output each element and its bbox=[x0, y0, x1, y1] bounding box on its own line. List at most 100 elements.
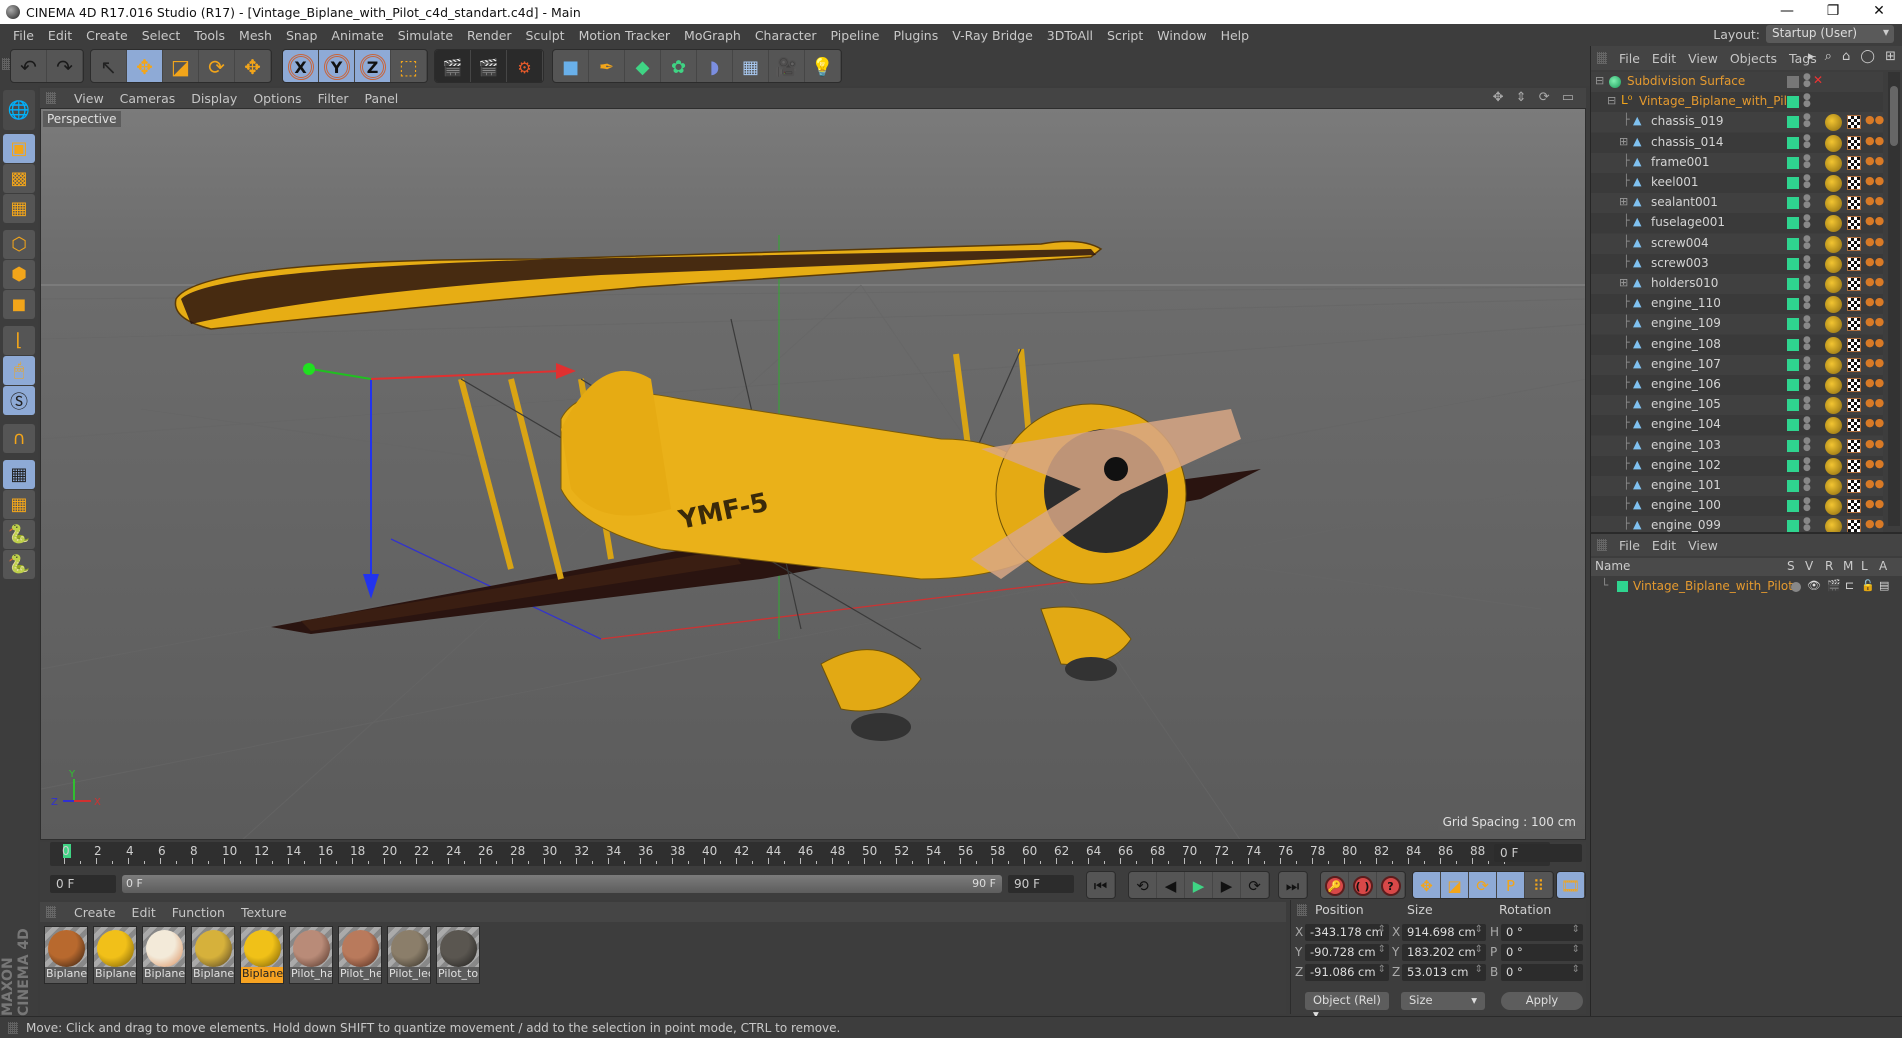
workplane-align-button[interactable]: ▦ bbox=[3, 490, 35, 519]
size-x-field[interactable]: 914.698 cm bbox=[1402, 924, 1486, 941]
phong-tag-icon[interactable]: ●● bbox=[1865, 376, 1884, 389]
layer-color-swatch[interactable] bbox=[1787, 419, 1799, 432]
layer-render-clapper-icon[interactable]: 🎬 bbox=[1827, 579, 1841, 592]
next-frame-button[interactable]: ▶ bbox=[1213, 872, 1241, 898]
object-row[interactable]: ├ ▲ fuselage001 ● ● ●● bbox=[1591, 213, 1884, 234]
key-position-button[interactable]: ✥ bbox=[1413, 872, 1441, 898]
layer-color-swatch[interactable] bbox=[1787, 96, 1799, 109]
expand-icon[interactable]: ⊞ bbox=[1619, 135, 1628, 148]
uvw-tag-icon[interactable] bbox=[1847, 176, 1861, 190]
object-row[interactable]: ├ ▲ engine_100 ● ● ●● bbox=[1591, 496, 1884, 517]
object-menu-edit[interactable]: Edit bbox=[1646, 51, 1682, 66]
uvw-tag-icon[interactable] bbox=[1847, 398, 1861, 413]
object-row[interactable]: ⊞ ▲ holders010 ● ● ●● bbox=[1591, 274, 1884, 294]
keyframe-selection-button[interactable]: ? bbox=[1377, 872, 1405, 898]
redo-button[interactable]: ↷ bbox=[47, 50, 83, 82]
play-button[interactable]: ▶ bbox=[1185, 872, 1213, 898]
viewport-menu-display[interactable]: Display bbox=[183, 91, 245, 106]
material-swatch[interactable]: Pilot_toı bbox=[436, 926, 480, 984]
visibility-dots-icon[interactable]: ● ● bbox=[1803, 315, 1811, 331]
layer-menu-edit[interactable]: Edit bbox=[1646, 538, 1682, 553]
camera-button[interactable]: 🎥 bbox=[769, 50, 805, 82]
menu-edit[interactable]: Edit bbox=[41, 28, 79, 43]
visibility-dots-icon[interactable]: ● ● bbox=[1803, 214, 1811, 230]
tweak-mode-button[interactable]: 🖱 bbox=[3, 356, 35, 385]
layer-color-swatch[interactable] bbox=[1787, 338, 1799, 351]
frame-range-slider[interactable]: 0 F 90 F bbox=[122, 875, 1002, 893]
object-row[interactable]: ├ ▲ engine_107 ● ● ●● bbox=[1591, 354, 1884, 375]
visibility-dots-icon[interactable]: ● ● bbox=[1803, 396, 1811, 412]
expand-icon[interactable]: ⊞ bbox=[1619, 276, 1628, 289]
texture-tag-icon[interactable] bbox=[1825, 336, 1842, 354]
texture-tag-icon[interactable] bbox=[1825, 134, 1842, 152]
object-name[interactable]: engine_105 bbox=[1651, 397, 1721, 411]
layer-color-swatch[interactable] bbox=[1787, 257, 1799, 270]
texture-tag-icon[interactable] bbox=[1825, 356, 1842, 374]
move-tool-button[interactable]: ✥ bbox=[127, 50, 163, 82]
object-name[interactable]: engine_107 bbox=[1651, 357, 1721, 371]
texture-tag-icon[interactable] bbox=[1825, 276, 1842, 293]
object-name[interactable]: engine_101 bbox=[1651, 478, 1721, 492]
object-row[interactable]: ├ ▲ engine_108 ● ● ●● bbox=[1591, 334, 1884, 355]
object-name[interactable]: screw004 bbox=[1651, 236, 1709, 250]
phong-tag-icon[interactable]: ●● bbox=[1865, 174, 1884, 187]
menu-window[interactable]: Window bbox=[1150, 28, 1213, 43]
edges-mode-button[interactable]: ⬢ bbox=[3, 260, 35, 289]
layer-disabled-icon[interactable] bbox=[1787, 76, 1799, 88]
object-name[interactable]: keel001 bbox=[1651, 175, 1699, 189]
layer-manager-icon[interactable]: ⊏ bbox=[1845, 579, 1854, 592]
object-name[interactable]: chassis_019 bbox=[1651, 114, 1724, 128]
viewport-menu-cameras[interactable]: Cameras bbox=[112, 91, 184, 106]
layout-dropdown[interactable]: Startup (User) bbox=[1766, 25, 1894, 43]
uvw-tag-icon[interactable] bbox=[1847, 196, 1861, 211]
viewport-menu-panel[interactable]: Panel bbox=[357, 91, 407, 106]
scale-tool-button[interactable]: ◪ bbox=[163, 50, 199, 82]
phong-tag-icon[interactable]: ●● bbox=[1865, 134, 1884, 147]
material-swatch[interactable]: Biplane_ bbox=[240, 926, 284, 984]
menu-script[interactable]: Script bbox=[1100, 28, 1150, 43]
rotation-b-field[interactable]: 0 ° bbox=[1501, 964, 1583, 981]
restore-button[interactable]: ❐ bbox=[1810, 0, 1856, 24]
object-row[interactable]: ├ ▲ engine_109 ● ● ●● bbox=[1591, 314, 1884, 335]
visibility-dots-icon[interactable]: ● ● bbox=[1803, 335, 1811, 351]
visibility-dots-icon[interactable]: ● ● bbox=[1803, 436, 1811, 452]
render-settings-button[interactable]: ⚙ bbox=[507, 50, 543, 82]
python-script-button[interactable]: 🐍 bbox=[3, 550, 35, 579]
layer-color-swatch[interactable] bbox=[1787, 177, 1799, 189]
menu-motion-tracker[interactable]: Motion Tracker bbox=[572, 28, 677, 43]
layer-color-swatch[interactable] bbox=[1787, 439, 1799, 452]
phong-tag-icon[interactable]: ●● bbox=[1865, 356, 1884, 369]
python-button[interactable]: 🐍 bbox=[3, 520, 35, 549]
texture-tag-icon[interactable] bbox=[1825, 377, 1842, 394]
material-menu-function[interactable]: Function bbox=[164, 905, 233, 920]
visibility-dots-icon[interactable]: ● ● bbox=[1803, 355, 1811, 371]
undo-button[interactable]: ↶ bbox=[11, 50, 47, 82]
phong-tag-icon[interactable]: ●● bbox=[1865, 154, 1884, 167]
current-frame-field[interactable]: 0 F bbox=[1494, 844, 1582, 862]
layer-color-swatch[interactable] bbox=[1617, 581, 1628, 592]
phong-tag-icon[interactable]: ●● bbox=[1865, 517, 1884, 530]
phong-tag-icon[interactable]: ●● bbox=[1865, 255, 1884, 268]
object-row[interactable]: ⊞ ▲ chassis_014 ● ● ●● bbox=[1591, 132, 1884, 153]
layer-row[interactable]: └ Vintage_Biplane_with_Pilot 👁 🎬 ⊏ 🔓 ▤ bbox=[1591, 578, 1902, 596]
visibility-dots-icon[interactable]: ● ● bbox=[1803, 295, 1811, 311]
phong-tag-icon[interactable]: ●● bbox=[1865, 295, 1884, 308]
texture-tag-icon[interactable] bbox=[1825, 296, 1842, 314]
menu-file[interactable]: File bbox=[6, 28, 41, 43]
uvw-tag-icon[interactable] bbox=[1847, 297, 1861, 312]
layer-color-swatch[interactable] bbox=[1787, 278, 1799, 290]
visibility-dots-icon[interactable]: ● ● bbox=[1803, 275, 1811, 291]
menu-3dtoall[interactable]: 3DToAll bbox=[1040, 28, 1100, 43]
object-row[interactable]: ├ ▲ engine_101 ● ● ●● bbox=[1591, 476, 1884, 496]
material-menu-create[interactable]: Create bbox=[66, 905, 124, 920]
layer-column-name[interactable]: Name bbox=[1595, 559, 1630, 573]
viewport-navigation-icons[interactable]: ✥ ⇕ ⟳ ▭ bbox=[1493, 90, 1578, 105]
rotation-h-field[interactable]: 0 ° bbox=[1501, 924, 1583, 941]
object-name[interactable]: holders010 bbox=[1651, 276, 1718, 290]
size-y-field[interactable]: 183.202 cm bbox=[1402, 944, 1486, 961]
uvw-tag-icon[interactable] bbox=[1847, 378, 1861, 392]
pen-spline-button[interactable]: ✒ bbox=[589, 50, 625, 82]
menu-mesh[interactable]: Mesh bbox=[232, 28, 279, 43]
texture-tag-icon[interactable] bbox=[1825, 478, 1842, 495]
object-row[interactable]: ⊟ Subdivision Surface ✕ ● ● bbox=[1591, 72, 1883, 92]
